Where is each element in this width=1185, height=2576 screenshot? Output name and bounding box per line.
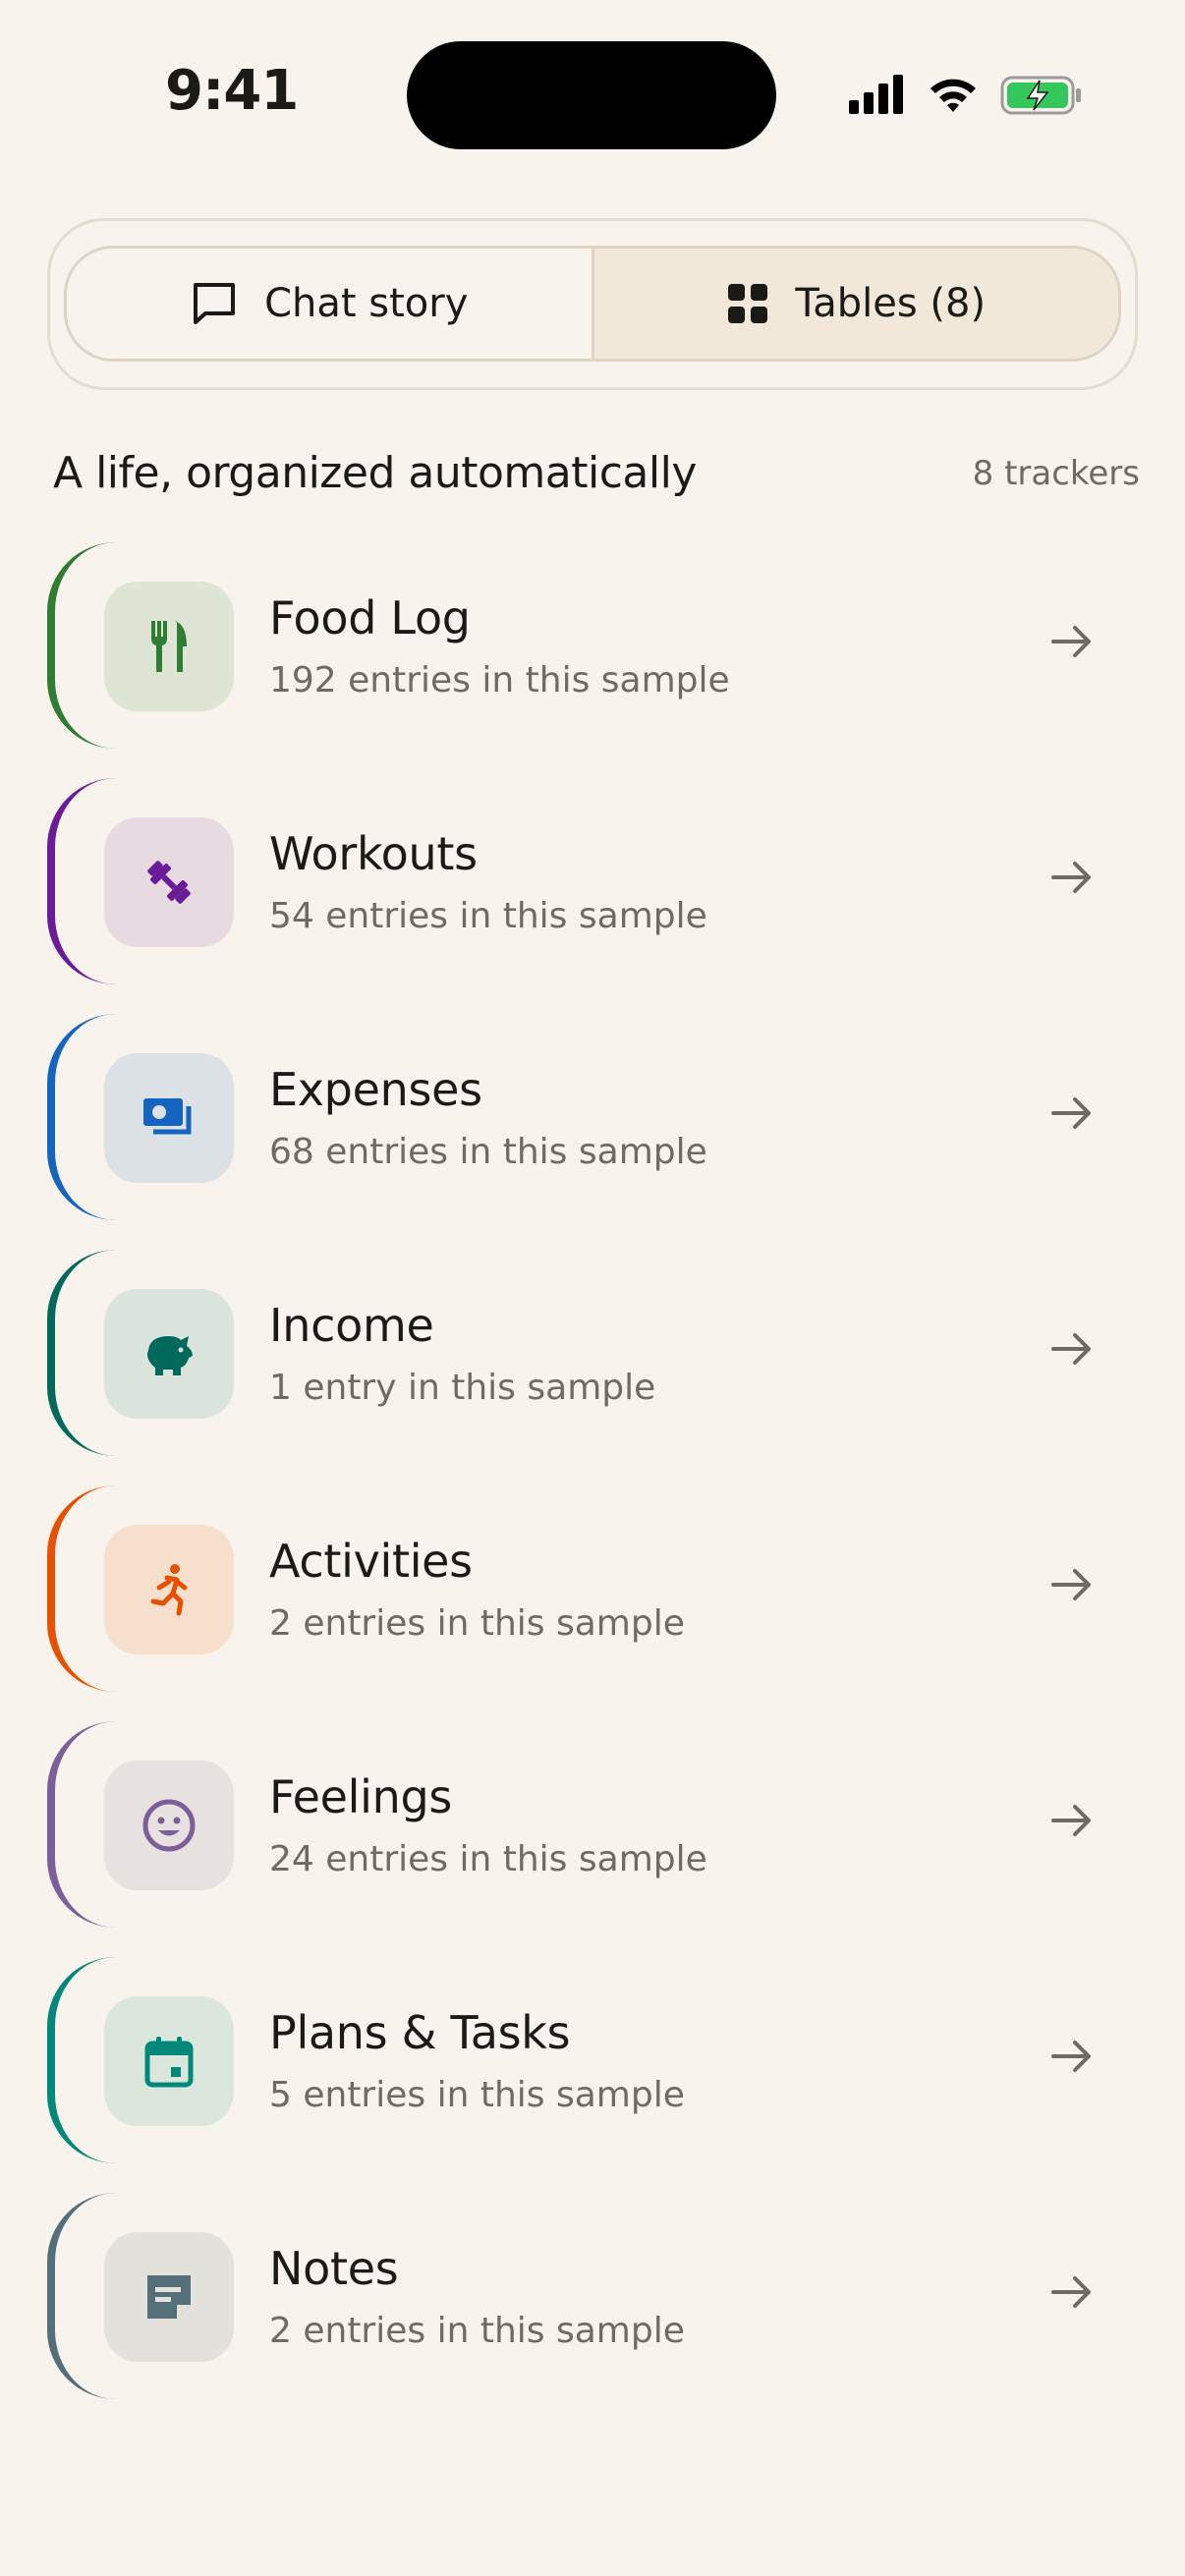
tracker-entry-count: 1 entry in this sample bbox=[269, 1368, 656, 1408]
arrow-right-icon bbox=[1051, 1569, 1091, 1600]
piggy-bank-icon bbox=[147, 1336, 193, 1375]
tracker-name: Notes bbox=[269, 2242, 399, 2295]
dynamic-island bbox=[407, 41, 776, 149]
arrow-right-icon bbox=[1051, 1097, 1091, 1129]
wifi-icon bbox=[931, 79, 976, 112]
note-icon bbox=[147, 2275, 191, 2319]
tracker-name: Activities bbox=[269, 1535, 473, 1588]
tracker-entry-count: 2 entries in this sample bbox=[269, 2311, 685, 2351]
tracker-icon-tile bbox=[104, 2232, 234, 2362]
tracker-icon-tile bbox=[104, 1996, 234, 2126]
arrow-right-icon bbox=[1051, 2041, 1091, 2072]
section-title: A life, organized automatically bbox=[53, 448, 697, 498]
fork-knife-icon bbox=[151, 621, 187, 672]
arrow-right-icon bbox=[1051, 626, 1091, 657]
tracker-icon-tile bbox=[104, 1289, 234, 1419]
cellular-signal-icon bbox=[849, 75, 903, 114]
calendar-icon bbox=[144, 2037, 194, 2088]
cash-icon bbox=[143, 1098, 192, 1135]
running-person-icon bbox=[150, 1564, 188, 1616]
tracker-feelings[interactable]: Feelings 24 entries in this sample bbox=[47, 1721, 1138, 1928]
tracker-name: Workouts bbox=[269, 827, 478, 880]
tracker-icon-tile bbox=[104, 1525, 234, 1654]
tracker-icon-tile bbox=[104, 1053, 234, 1183]
smiley-icon bbox=[142, 1799, 196, 1852]
tracker-name: Plans & Tasks bbox=[269, 2006, 571, 2059]
arrow-right-icon bbox=[1051, 1805, 1091, 1836]
tracker-food-log[interactable]: Food Log 192 entries in this sample bbox=[47, 542, 1138, 749]
tab-tables[interactable]: Tables (8) bbox=[593, 249, 1118, 359]
chat-bubble-icon bbox=[194, 283, 236, 324]
tracker-notes[interactable]: Notes 2 entries in this sample bbox=[47, 2193, 1138, 2399]
tracker-name: Food Log bbox=[269, 591, 471, 644]
tracker-entry-count: 24 entries in this sample bbox=[269, 1839, 707, 1879]
tracker-name: Expenses bbox=[269, 1063, 482, 1116]
tracker-count: 8 trackers bbox=[972, 454, 1140, 493]
tracker-icon-tile bbox=[104, 1761, 234, 1890]
tab-tables-label: Tables (8) bbox=[795, 281, 987, 326]
tracker-name: Income bbox=[269, 1299, 434, 1352]
arrow-right-icon bbox=[1051, 2276, 1091, 2308]
tracker-entry-count: 54 entries in this sample bbox=[269, 896, 707, 936]
arrow-right-icon bbox=[1051, 862, 1091, 893]
tracker-icon-tile bbox=[104, 817, 234, 947]
tracker-entry-count: 5 entries in this sample bbox=[269, 2075, 685, 2115]
segmented-control: Chat story Tables (8) bbox=[64, 246, 1121, 362]
tracker-entry-count: 2 entries in this sample bbox=[269, 1603, 685, 1644]
tracker-list: Food Log 192 entries in this sample Work… bbox=[47, 542, 1138, 2429]
status-bar: 9:41 bbox=[0, 0, 1185, 187]
dumbbell-icon bbox=[147, 861, 191, 904]
tracker-activities[interactable]: Activities 2 entries in this sample bbox=[47, 1485, 1138, 1692]
view-switcher: Chat story Tables (8) bbox=[47, 218, 1138, 390]
tracker-entry-count: 68 entries in this sample bbox=[269, 1132, 707, 1172]
tracker-plans-tasks[interactable]: Plans & Tasks 5 entries in this sample bbox=[47, 1957, 1138, 2163]
section-header: A life, organized automatically 8 tracke… bbox=[53, 440, 1140, 509]
grid-icon bbox=[728, 284, 768, 323]
arrow-right-icon bbox=[1051, 1333, 1091, 1365]
tracker-name: Feelings bbox=[269, 1770, 453, 1823]
tracker-income[interactable]: Income 1 entry in this sample bbox=[47, 1250, 1138, 1456]
tracker-icon-tile bbox=[104, 582, 234, 711]
status-time: 9:41 bbox=[165, 59, 299, 123]
tracker-workouts[interactable]: Workouts 54 entries in this sample bbox=[47, 778, 1138, 984]
tracker-expenses[interactable]: Expenses 68 entries in this sample bbox=[47, 1014, 1138, 1220]
tab-chat-story-label: Chat story bbox=[264, 281, 469, 326]
tracker-entry-count: 192 entries in this sample bbox=[269, 660, 730, 700]
battery-charging-icon bbox=[1000, 76, 1081, 115]
tab-chat-story[interactable]: Chat story bbox=[67, 249, 594, 359]
